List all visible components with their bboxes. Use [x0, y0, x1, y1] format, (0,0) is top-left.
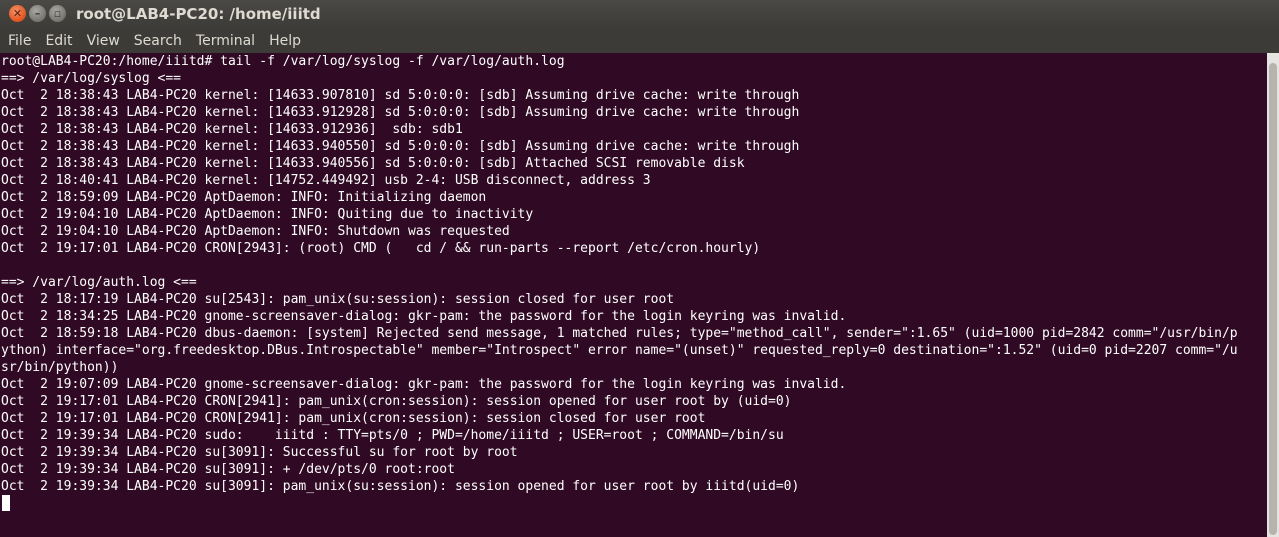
- terminal-line: Oct 2 18:38:43 LAB4-PC20 kernel: [14633.…: [1, 156, 745, 171]
- terminal-line: Oct 2 18:59:09 LAB4-PC20 AptDaemon: INFO…: [1, 190, 487, 205]
- terminal-line: Oct 2 18:17:19 LAB4-PC20 su[2543]: pam_u…: [1, 292, 675, 307]
- terminal-line: Oct 2 18:59:18 LAB4-PC20 dbus-daemon: [s…: [1, 326, 1238, 341]
- vertical-scrollbar[interactable]: [1267, 53, 1279, 537]
- terminal-lines: root@LAB4-PC20:/home/iiitd# tail -f /var…: [0, 53, 1267, 512]
- terminal-line: Oct 2 18:38:43 LAB4-PC20 kernel: [14633.…: [1, 122, 463, 137]
- terminal-line: Oct 2 19:39:34 LAB4-PC20 su[3091]: Succe…: [1, 445, 518, 460]
- window-controls: ✕ – ▫: [9, 5, 66, 22]
- terminal-line: Oct 2 19:17:01 LAB4-PC20 CRON[2941]: pam…: [1, 394, 792, 409]
- terminal-line: Oct 2 18:38:43 LAB4-PC20 kernel: [14633.…: [1, 88, 800, 103]
- menu-file[interactable]: File: [0, 33, 38, 49]
- terminal-line: Oct 2 19:39:34 LAB4-PC20 sudo: iiitd : T…: [1, 428, 784, 443]
- terminal-output[interactable]: root@LAB4-PC20:/home/iiitd# tail -f /var…: [0, 53, 1267, 537]
- menu-edit[interactable]: Edit: [38, 33, 79, 49]
- window-title: root@LAB4-PC20: /home/iiitd: [76, 5, 321, 23]
- menu-terminal[interactable]: Terminal: [189, 33, 262, 49]
- terminal-line: ython) interface="org.freedesktop.DBus.I…: [1, 343, 1238, 358]
- terminal-line: Oct 2 18:34:25 LAB4-PC20 gnome-screensav…: [1, 309, 847, 324]
- terminal-window: ✕ – ▫ root@LAB4-PC20: /home/iiitd File E…: [0, 0, 1279, 537]
- terminal-line: Oct 2 19:17:01 LAB4-PC20 CRON[2941]: pam…: [1, 411, 706, 426]
- terminal-line: Oct 2 19:04:10 LAB4-PC20 AptDaemon: INFO…: [1, 207, 534, 222]
- terminal-line: Oct 2 19:04:10 LAB4-PC20 AptDaemon: INFO…: [1, 224, 510, 239]
- minimize-icon[interactable]: –: [29, 5, 46, 22]
- prompt-line: [1, 495, 1267, 512]
- terminal-line: Oct 2 19:07:09 LAB4-PC20 gnome-screensav…: [1, 377, 847, 392]
- terminal-line: sr/bin/python)): [1, 360, 119, 375]
- maximize-icon[interactable]: ▫: [49, 5, 66, 22]
- scrollbar-thumb[interactable]: [1269, 63, 1277, 535]
- terminal-line: ==> /var/log/auth.log <==: [1, 275, 197, 290]
- menu-help[interactable]: Help: [262, 33, 308, 49]
- terminal-line: ==> /var/log/syslog <==: [1, 71, 182, 86]
- terminal-line: Oct 2 19:39:34 LAB4-PC20 su[3091]: + /de…: [1, 462, 455, 477]
- terminal-line: Oct 2 18:38:43 LAB4-PC20 kernel: [14633.…: [1, 105, 800, 120]
- text-cursor: [2, 495, 10, 511]
- terminal-line: Oct 2 18:38:43 LAB4-PC20 kernel: [14633.…: [1, 139, 800, 154]
- terminal-line: Oct 2 19:17:01 LAB4-PC20 CRON[2943]: (ro…: [1, 241, 761, 256]
- close-icon[interactable]: ✕: [9, 5, 26, 22]
- title-bar[interactable]: ✕ – ▫ root@LAB4-PC20: /home/iiitd: [0, 0, 1279, 29]
- terminal-line: Oct 2 19:39:34 LAB4-PC20 su[3091]: pam_u…: [1, 479, 800, 494]
- menu-view[interactable]: View: [80, 33, 127, 49]
- terminal-line: root@LAB4-PC20:/home/iiitd# tail -f /var…: [1, 54, 565, 69]
- menu-search[interactable]: Search: [127, 33, 189, 49]
- terminal-line: Oct 2 18:40:41 LAB4-PC20 kernel: [14752.…: [1, 173, 651, 188]
- menu-bar: File Edit View Search Terminal Help: [0, 29, 1279, 53]
